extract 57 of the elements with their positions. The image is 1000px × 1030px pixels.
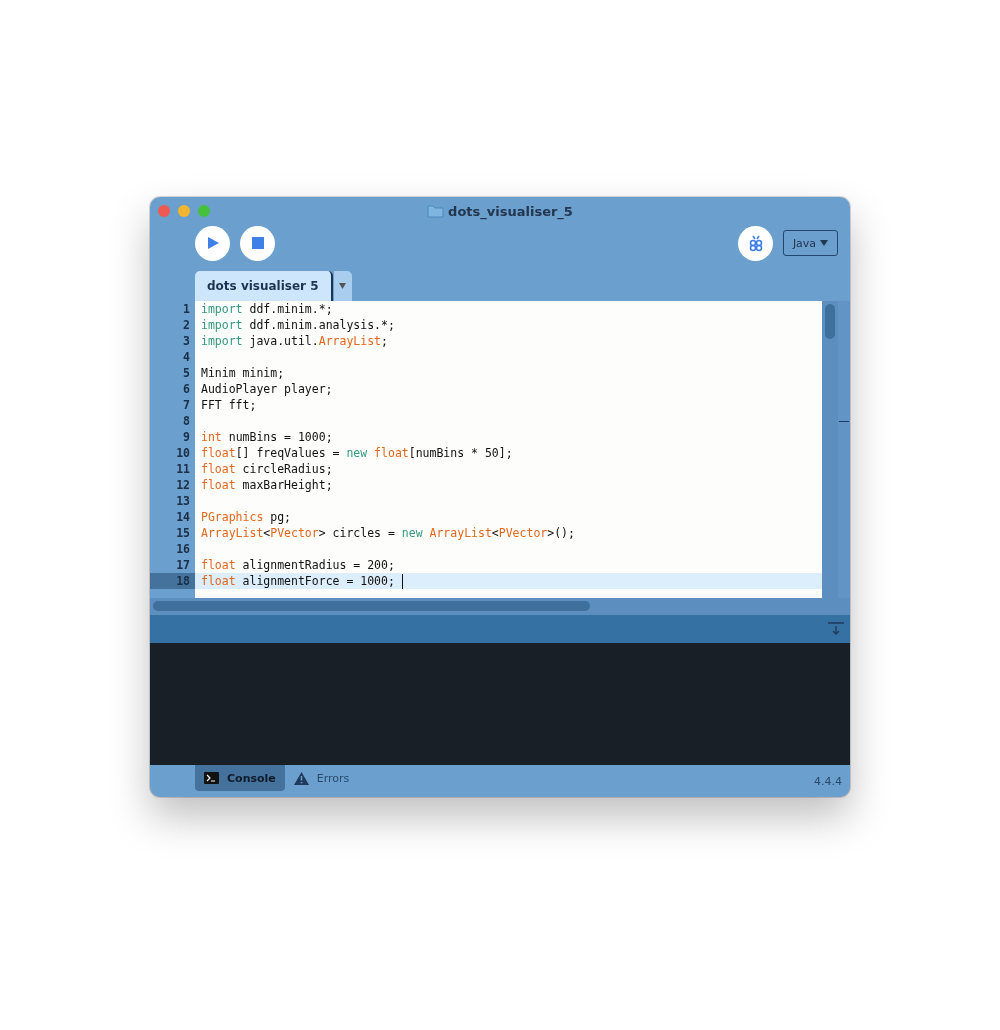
code-line: int numBins = 1000;	[201, 430, 333, 444]
line-number: 9	[150, 429, 195, 445]
line-number: 13	[150, 493, 195, 509]
line-number: 14	[150, 509, 195, 525]
line-number: 6	[150, 381, 195, 397]
line-number: 2	[150, 317, 195, 333]
caret-icon	[339, 283, 347, 289]
sketch-tab[interactable]: dots visualiser 5	[195, 271, 333, 301]
code-line: AudioPlayer player;	[201, 382, 333, 396]
run-button[interactable]	[195, 225, 230, 261]
text-cursor	[401, 573, 403, 589]
code-line: float alignmentForce = 1000;	[201, 574, 395, 588]
line-number: 5	[150, 365, 195, 381]
tab-menu-button[interactable]	[333, 271, 352, 301]
console-tab[interactable]: Console	[195, 765, 285, 791]
version-label: 4.4.4	[814, 774, 842, 788]
minimize-button[interactable]	[178, 205, 190, 217]
code-line: Minim minim;	[201, 366, 285, 380]
code-line: PGraphics pg;	[201, 510, 291, 524]
play-icon	[205, 236, 220, 250]
debug-button[interactable]	[738, 225, 773, 261]
line-number-gutter	[150, 589, 195, 598]
line-number: 17	[150, 557, 195, 573]
line-number: 12	[150, 477, 195, 493]
terminal-icon	[204, 772, 219, 784]
stop-icon	[251, 237, 264, 249]
line-number: 10	[150, 445, 195, 461]
line-number: 15	[150, 525, 195, 541]
line-number: 1	[150, 301, 195, 317]
line-number: 4	[150, 349, 195, 365]
code-line: import ddf.minim.*;	[201, 302, 333, 316]
code-line: float alignmentRadius = 200;	[201, 558, 395, 572]
console-tab[interactable]: Errors	[284, 765, 359, 791]
code-line: import java.util.ArrayList;	[201, 334, 388, 348]
line-number: 16	[150, 541, 195, 557]
code-line: float[] freqValues = new float[numBins * 50];	[201, 446, 513, 460]
scrollbar-thumb[interactable]	[153, 601, 590, 611]
window-title: dots_visualiser_5	[448, 203, 573, 219]
stop-button[interactable]	[240, 225, 275, 261]
code-line: ArrayList<PVector> circles = new ArrayList<PVector>();	[201, 526, 575, 540]
code-line: float circleRadius;	[201, 462, 333, 476]
warning-icon	[293, 771, 309, 785]
line-number: 7	[150, 397, 195, 413]
scroll-to-bottom-icon[interactable]	[828, 622, 844, 636]
code-line: FFT fft;	[201, 398, 257, 412]
zoom-button[interactable]	[198, 205, 210, 217]
caret-icon	[820, 240, 829, 246]
close-button[interactable]	[158, 205, 170, 217]
line-number: 11	[150, 461, 195, 477]
line-number: 3	[150, 333, 195, 349]
mode-dropdown[interactable]: Java	[783, 230, 838, 256]
line-number: 18	[150, 573, 195, 589]
scrollbar-thumb[interactable]	[825, 304, 835, 339]
folder-icon	[427, 204, 445, 218]
code-line: float maxBarHeight;	[201, 478, 333, 492]
code-line: import ddf.minim.analysis.*;	[201, 318, 395, 332]
line-number: 8	[150, 413, 195, 429]
